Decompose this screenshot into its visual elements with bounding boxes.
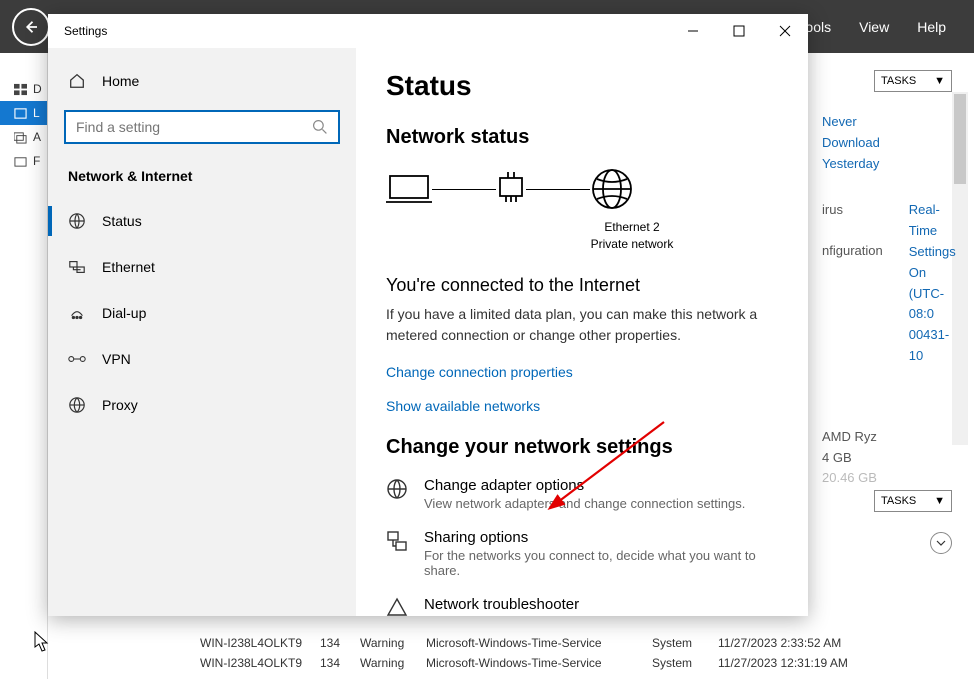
option-sharing[interactable]: Sharing options For the networks you con… bbox=[386, 529, 778, 578]
network-label: Ethernet 2 Private network bbox=[486, 219, 778, 253]
bg-link[interactable]: (UTC-08:0 bbox=[909, 284, 956, 326]
link-connection-properties[interactable]: Change connection properties bbox=[386, 364, 573, 380]
nav-all-servers[interactable]: A bbox=[0, 125, 47, 149]
nav-label: L bbox=[33, 106, 40, 120]
ethernet-icon bbox=[68, 258, 86, 276]
troubleshooter-icon bbox=[386, 596, 410, 616]
sharing-icon bbox=[386, 529, 410, 578]
nav-dashboard[interactable]: D bbox=[0, 77, 47, 101]
maximize-button[interactable] bbox=[716, 15, 762, 47]
close-button[interactable] bbox=[762, 15, 808, 47]
sidebar-item-label: Ethernet bbox=[102, 259, 155, 275]
pc-icon bbox=[386, 172, 432, 206]
vpn-icon bbox=[68, 350, 86, 368]
nav-label: D bbox=[33, 82, 42, 96]
adapter-icon bbox=[496, 172, 526, 206]
status-icon bbox=[68, 212, 86, 230]
sidebar-item-label: Proxy bbox=[102, 397, 138, 413]
connected-heading: You're connected to the Internet bbox=[386, 275, 778, 296]
option-troubleshooter[interactable]: Network troubleshooter bbox=[386, 596, 778, 616]
bg-info-panel: TASKS▼ Never Download Yesterday irus nfi… bbox=[822, 70, 952, 489]
expand-button[interactable] bbox=[930, 532, 952, 554]
globe-icon bbox=[590, 167, 634, 211]
bg-link[interactable]: On bbox=[909, 263, 956, 284]
nav-label: F bbox=[33, 154, 40, 168]
dashboard-icon bbox=[14, 83, 27, 96]
dialup-icon bbox=[68, 304, 86, 322]
servers-icon bbox=[14, 131, 27, 144]
option-subtitle: View network adapters and change connect… bbox=[424, 496, 745, 511]
bg-hw: 4 GB bbox=[822, 448, 952, 469]
page-title: Status bbox=[386, 70, 778, 102]
bg-label: irus bbox=[822, 200, 883, 221]
window-title: Settings bbox=[64, 24, 107, 38]
home-icon bbox=[68, 72, 86, 90]
bg-label: nfiguration bbox=[822, 241, 883, 262]
sidebar-item-label: Status bbox=[102, 213, 142, 229]
link-available-networks[interactable]: Show available networks bbox=[386, 398, 540, 414]
bg-link[interactable]: Settings bbox=[909, 242, 956, 263]
network-diagram bbox=[386, 167, 778, 211]
file-icon bbox=[14, 155, 27, 168]
tasks-dropdown[interactable]: TASKS▼ bbox=[874, 490, 952, 512]
event-log: WIN-I238L4OLKT9 134 Warning Microsoft-Wi… bbox=[200, 633, 966, 673]
search-input[interactable] bbox=[76, 119, 312, 135]
bg-link[interactable]: Real-Time bbox=[909, 200, 956, 242]
menu-view[interactable]: View bbox=[859, 19, 889, 35]
bg-link[interactable]: Never bbox=[822, 112, 952, 133]
back-button[interactable] bbox=[12, 8, 50, 46]
sidebar-item-proxy[interactable]: Proxy bbox=[48, 382, 356, 428]
sidebar-item-ethernet[interactable]: Ethernet bbox=[48, 244, 356, 290]
mouse-cursor bbox=[34, 631, 50, 653]
settings-main: Status Network status Ethernet 2 Private… bbox=[356, 48, 808, 616]
home-label: Home bbox=[102, 73, 139, 89]
adapter-options-icon bbox=[386, 477, 410, 511]
connected-desc: If you have a limited data plan, you can… bbox=[386, 304, 766, 346]
sidebar-section-title: Network & Internet bbox=[48, 162, 356, 198]
change-settings-heading: Change your network settings bbox=[386, 436, 778, 459]
sidebar-item-label: VPN bbox=[102, 351, 131, 367]
bg-hw: AMD Ryz bbox=[822, 427, 952, 448]
nav-file-services[interactable]: F bbox=[0, 149, 47, 173]
bg-info-panel-2: TASKS▼ bbox=[822, 490, 952, 554]
home-button[interactable]: Home bbox=[48, 60, 356, 102]
search-input-wrap[interactable] bbox=[64, 110, 340, 144]
tasks-dropdown[interactable]: TASKS▼ bbox=[874, 70, 952, 92]
option-title: Sharing options bbox=[424, 529, 778, 546]
event-row[interactable]: WIN-I238L4OLKT9 134 Warning Microsoft-Wi… bbox=[200, 633, 966, 653]
sidebar-item-status[interactable]: Status bbox=[48, 198, 356, 244]
server-icon bbox=[14, 107, 27, 120]
sidebar-item-dialup[interactable]: Dial-up bbox=[48, 290, 356, 336]
search-icon bbox=[312, 119, 328, 135]
option-subtitle: For the networks you connect to, decide … bbox=[424, 548, 778, 578]
bg-link[interactable]: 00431-10 bbox=[909, 325, 956, 367]
bg-link[interactable]: Yesterday bbox=[822, 154, 952, 175]
minimize-button[interactable] bbox=[670, 15, 716, 47]
bg-link[interactable]: Download bbox=[822, 133, 952, 154]
bg-hw: 20.46 GB bbox=[822, 468, 952, 489]
settings-window: Settings Home Network & Internet bbox=[48, 14, 808, 616]
option-change-adapter[interactable]: Change adapter options View network adap… bbox=[386, 477, 778, 511]
nav-label: A bbox=[33, 130, 41, 144]
server-manager-nav: D L A F bbox=[0, 53, 48, 679]
option-title: Network troubleshooter bbox=[424, 596, 579, 613]
sidebar-item-vpn[interactable]: VPN bbox=[48, 336, 356, 382]
chevron-down-icon bbox=[936, 538, 946, 548]
settings-titlebar: Settings bbox=[48, 14, 808, 48]
event-row[interactable]: WIN-I238L4OLKT9 134 Warning Microsoft-Wi… bbox=[200, 653, 966, 673]
section-heading: Network status bbox=[386, 126, 778, 149]
settings-sidebar: Home Network & Internet Status Ethern bbox=[48, 48, 356, 616]
nav-local-server[interactable]: L bbox=[0, 101, 47, 125]
sidebar-item-label: Dial-up bbox=[102, 305, 146, 321]
proxy-icon bbox=[68, 396, 86, 414]
option-title: Change adapter options bbox=[424, 477, 745, 494]
menu-help[interactable]: Help bbox=[917, 19, 946, 35]
